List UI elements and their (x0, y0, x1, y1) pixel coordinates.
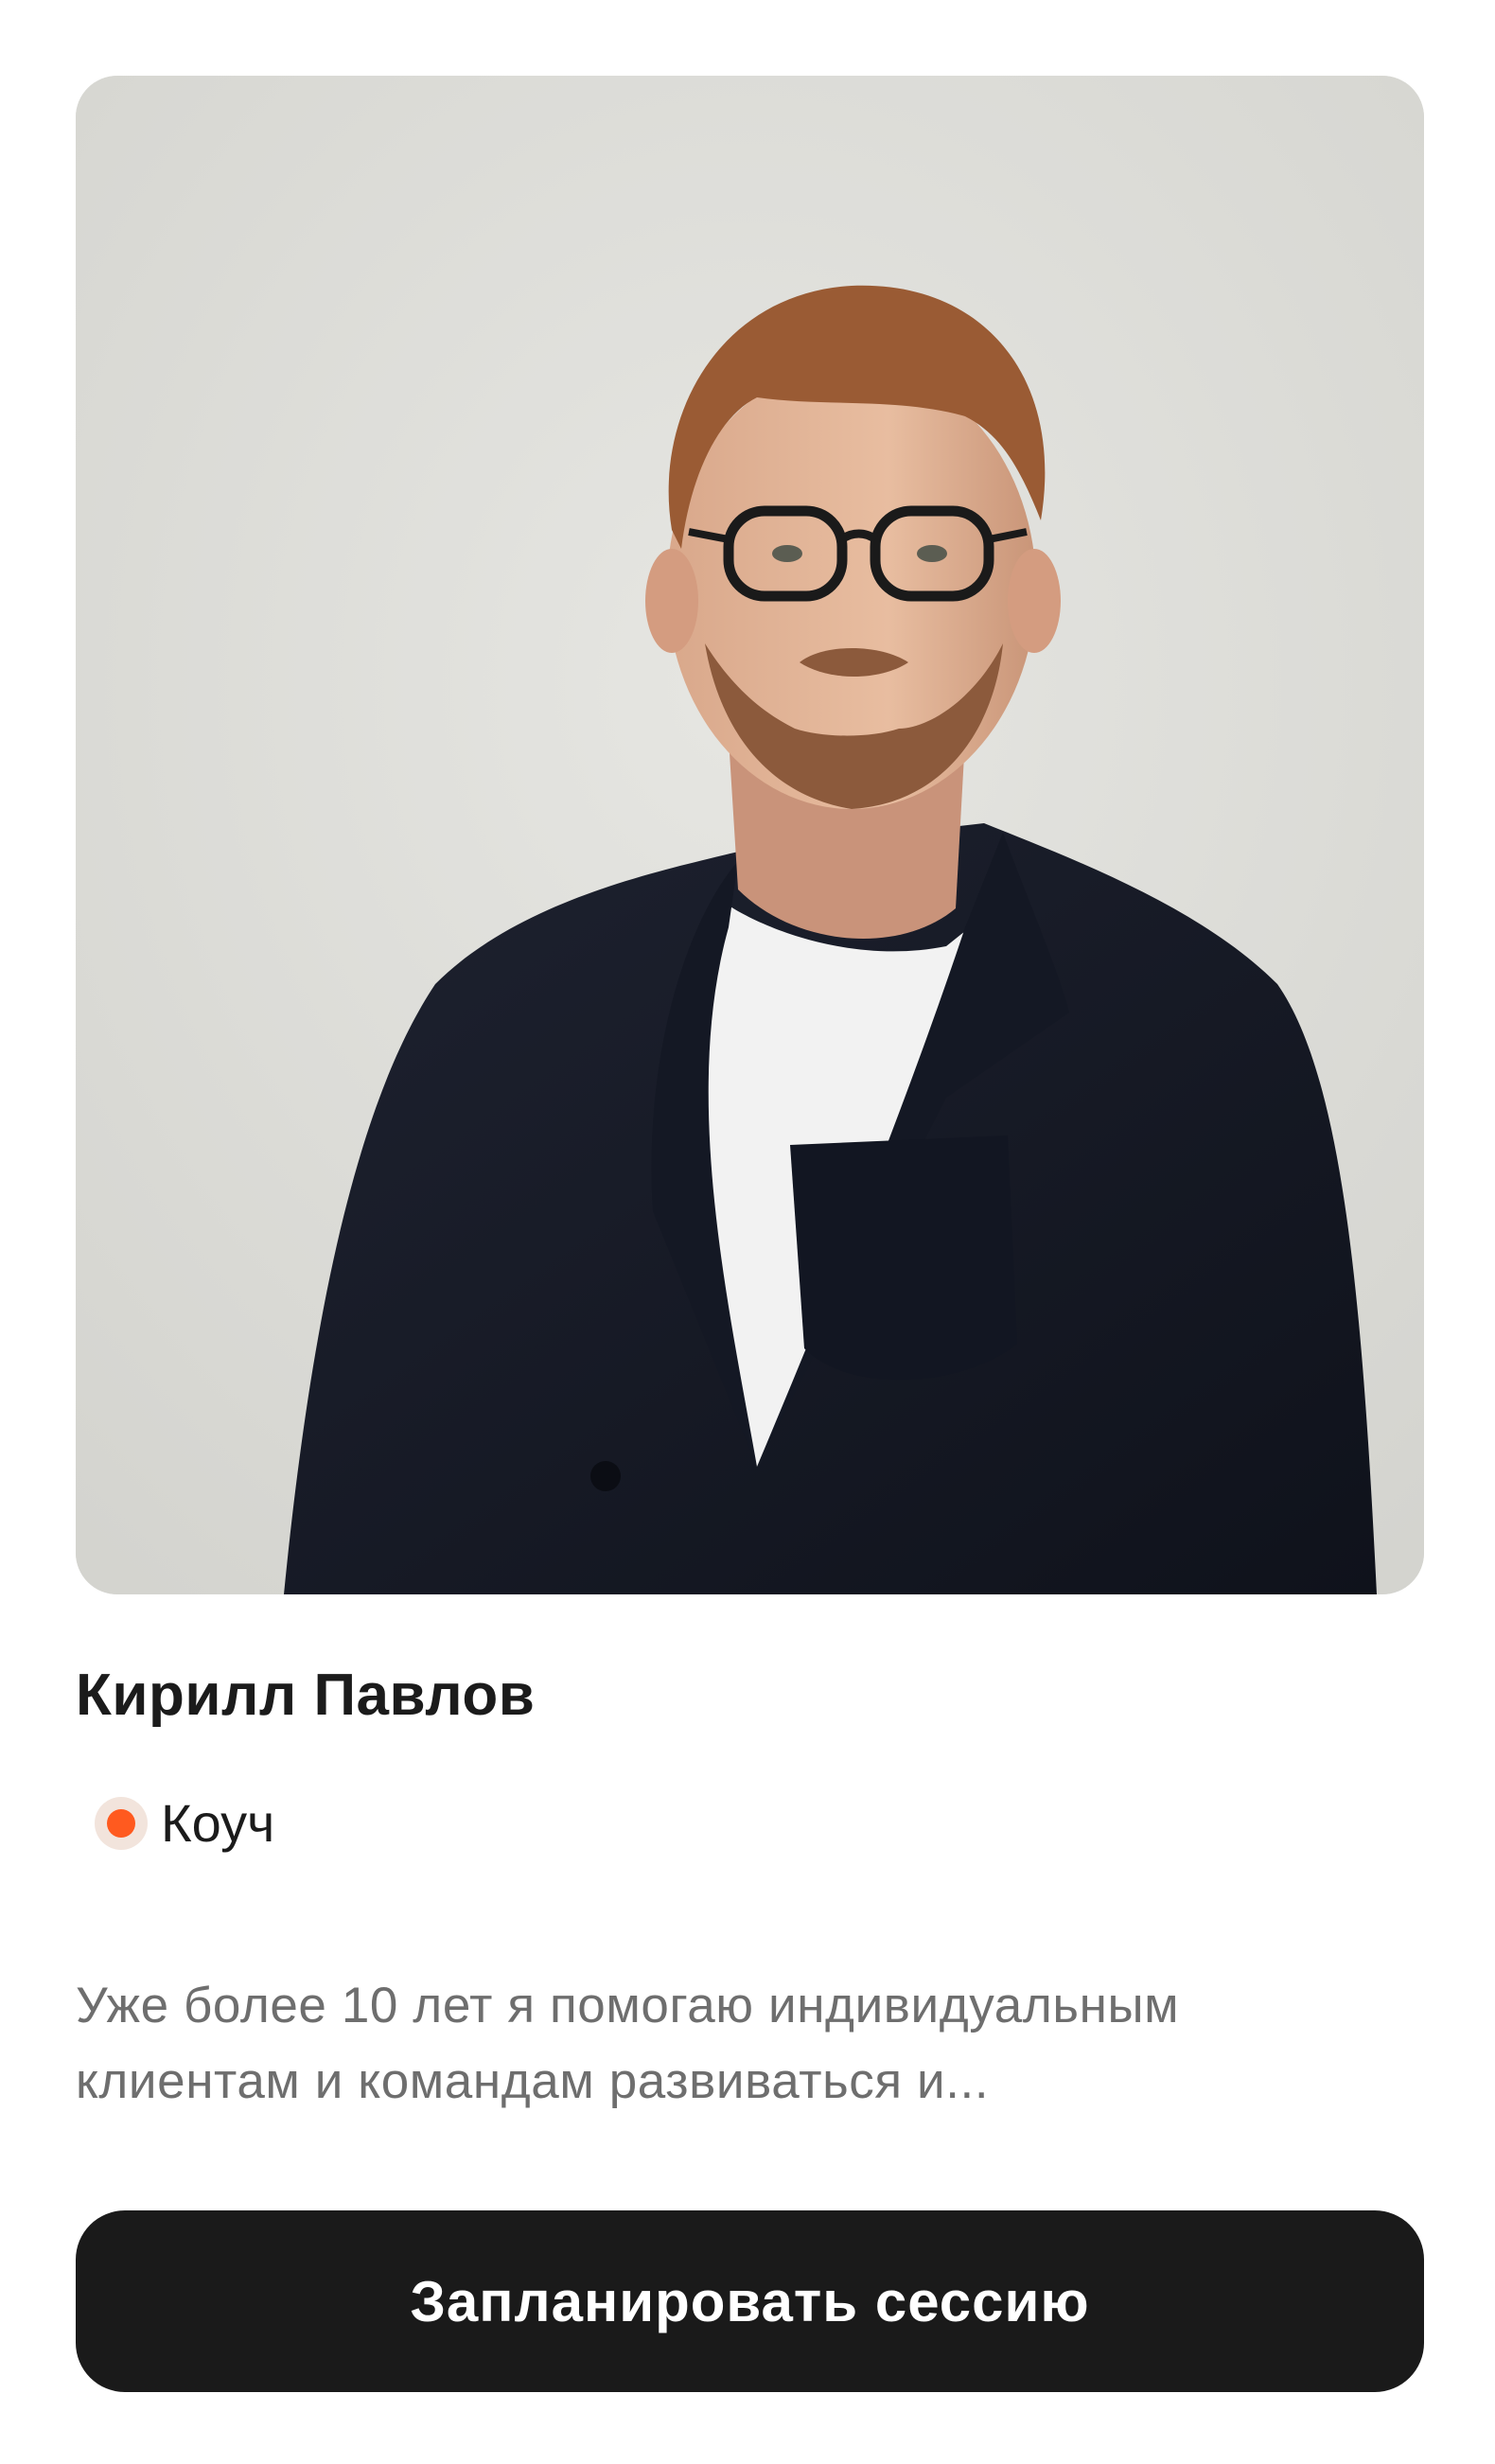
schedule-session-button[interactable]: Запланировать сессию (76, 2210, 1424, 2392)
description-line: клиентам и командам развиваться и... (76, 2053, 990, 2109)
role-label: Коуч (161, 1793, 275, 1853)
coach-name: Кирилл Павлов (76, 1663, 536, 1728)
role-tag: Коуч (95, 1793, 274, 1854)
coach-card: Кирилл Павлов Коуч Уже более 10 лет я по… (0, 0, 1495, 2464)
description-line: Уже более 10 лет я помогаю индивидуальны… (76, 1978, 1180, 2033)
coach-photo (76, 76, 1424, 1594)
status-dot-icon (95, 1797, 148, 1850)
coach-description: Уже более 10 лет я помогаю индивидуальны… (76, 1968, 1419, 2120)
status-dot-inner (107, 1809, 135, 1838)
